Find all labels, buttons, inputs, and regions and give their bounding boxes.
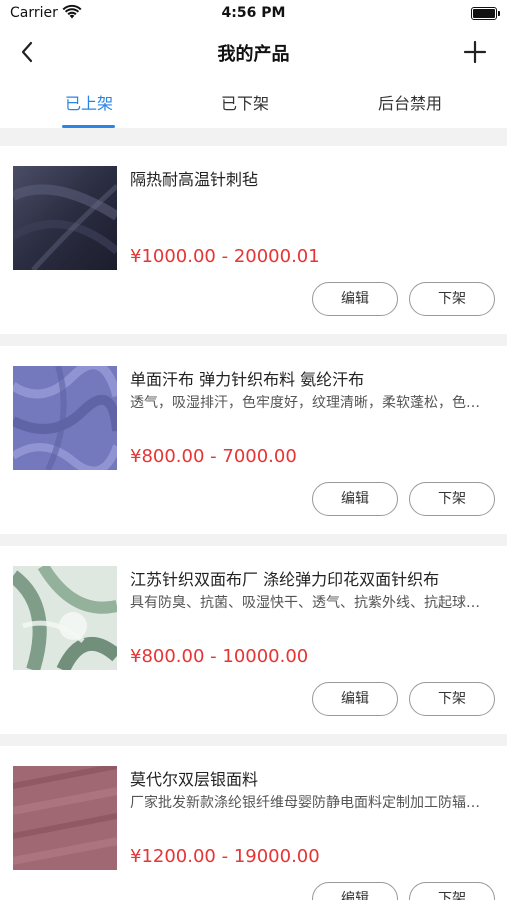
delist-button[interactable]: 下架 [409, 682, 495, 716]
product-image [13, 366, 117, 470]
tab-bar: 已上架 已下架 后台禁用 [0, 76, 507, 128]
product-price: ¥800.00 - 7000.00 [130, 446, 297, 467]
page-title: 我的产品 [217, 44, 290, 65]
product-card[interactable]: 莫代尔双层银面料 厂家批发新款涤纶银纤维母婴防静电面料定制加工防辐射面料 ¥12… [0, 746, 507, 900]
edit-button[interactable]: 编辑 [312, 482, 398, 516]
product-price: ¥1000.00 - 20000.01 [130, 246, 320, 267]
product-title: 隔热耐高温针刺毡 [130, 170, 259, 189]
product-description: 具有防臭、抗菌、吸湿快干、透气、抗紫外线、抗起球等功能 [130, 595, 492, 611]
product-title: 单面汗布 弹力针织布料 氨纶汗布 [130, 370, 365, 389]
delist-button[interactable]: 下架 [409, 482, 495, 516]
product-image [13, 766, 117, 870]
battery-icon [471, 7, 500, 20]
tab-disabled[interactable]: 后台禁用 [360, 90, 460, 114]
navigation-bar: 我的产品 [0, 28, 507, 76]
product-price: ¥800.00 - 10000.00 [130, 646, 309, 667]
tab-delisted[interactable]: 已下架 [201, 90, 289, 114]
edit-button[interactable]: 编辑 [312, 282, 398, 316]
product-list[interactable]: 隔热耐高温针刺毡 ¥1000.00 - 20000.01 编辑 下架 单面汗布 … [0, 128, 507, 900]
product-card[interactable]: 单面汗布 弹力针织布料 氨纶汗布 透气，吸湿排汗，色牢度好，纹理清晰，柔软蓬松，… [0, 346, 507, 534]
product-card[interactable]: 隔热耐高温针刺毡 ¥1000.00 - 20000.01 编辑 下架 [0, 146, 507, 334]
product-image [13, 166, 117, 270]
product-description: 厂家批发新款涤纶银纤维母婴防静电面料定制加工防辐射面料 [130, 795, 492, 811]
product-title: 莫代尔双层银面料 [130, 770, 259, 789]
product-title: 江苏针织双面布厂 涤纶弹力印花双面针织布 [130, 570, 440, 589]
clock: 4:56 PM [221, 5, 286, 21]
product-image [13, 566, 117, 670]
delist-button[interactable]: 下架 [409, 882, 495, 900]
product-description: 透气，吸湿排汗，色牢度好，纹理清晰，柔软蓬松，色彩鲜艳 [130, 395, 492, 411]
status-bar: Carrier 4:56 PM [0, 0, 507, 28]
delist-button[interactable]: 下架 [409, 282, 495, 316]
edit-button[interactable]: 编辑 [312, 682, 398, 716]
tab-listed[interactable]: 已上架 [45, 90, 133, 114]
add-product-button[interactable] [461, 38, 489, 66]
product-price: ¥1200.00 - 19000.00 [130, 846, 320, 867]
edit-button[interactable]: 编辑 [312, 882, 398, 900]
product-card[interactable]: 江苏针织双面布厂 涤纶弹力印花双面针织布 具有防臭、抗菌、吸湿快干、透气、抗紫外… [0, 546, 507, 734]
